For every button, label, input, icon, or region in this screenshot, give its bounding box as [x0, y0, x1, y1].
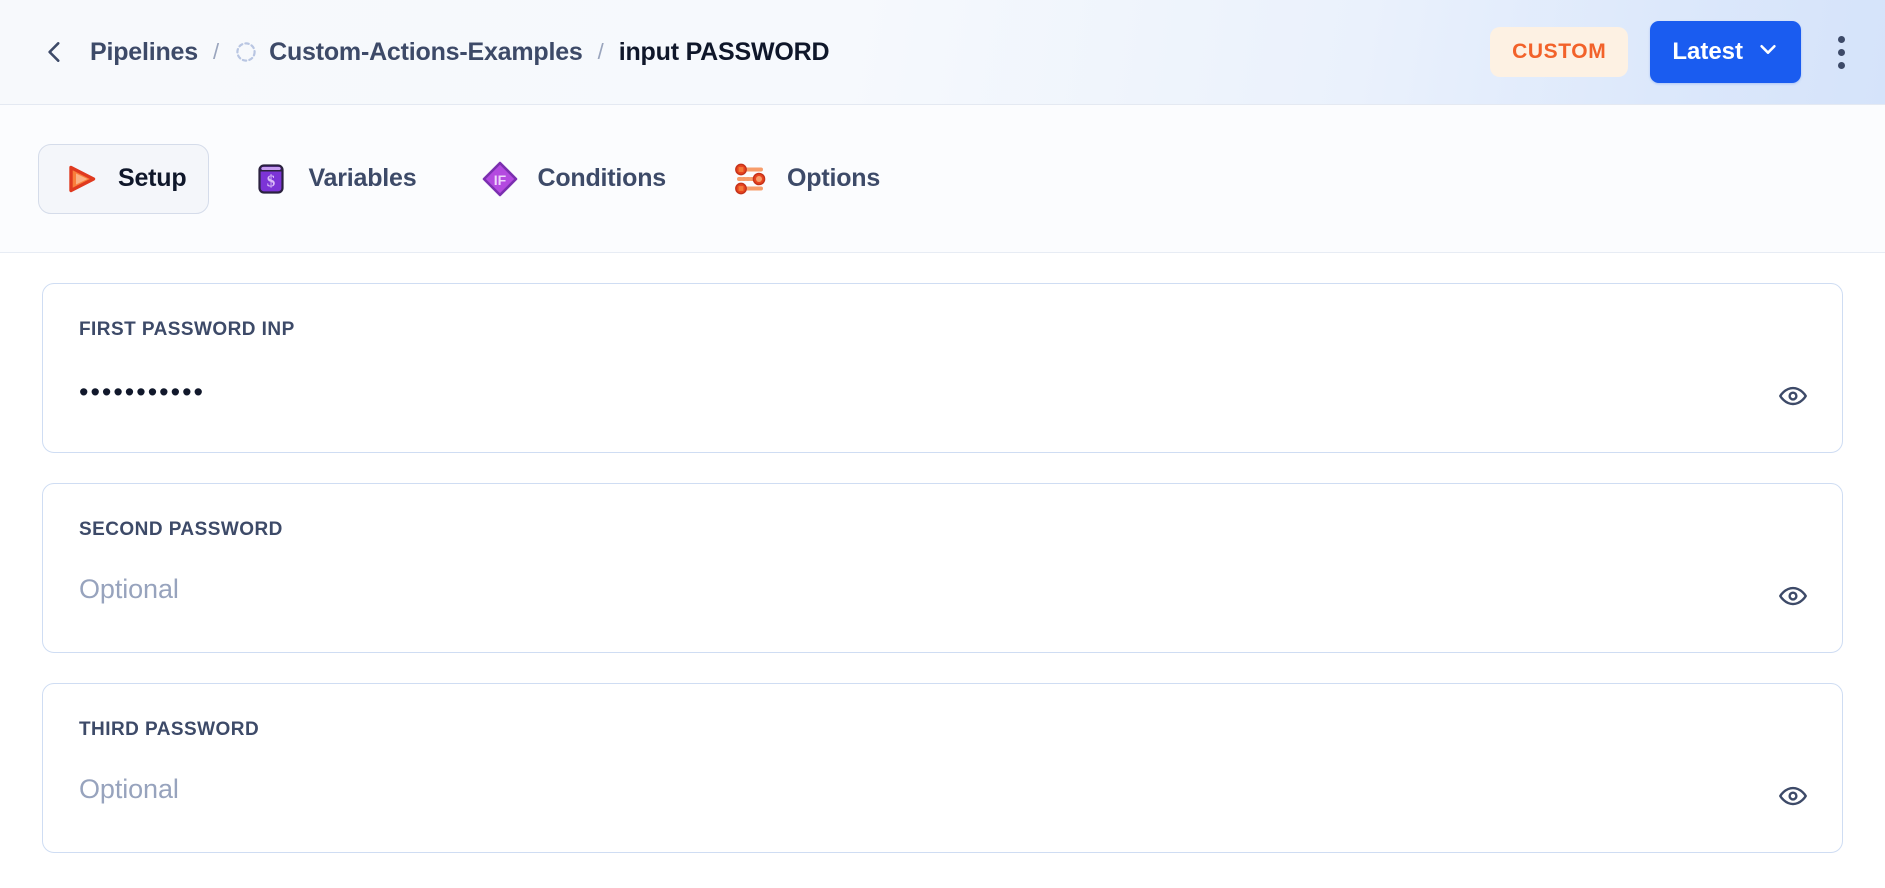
tab-variables-label: Variables [308, 164, 417, 192]
breadcrumb-separator-2: / [597, 39, 604, 64]
breadcrumb: Pipelines / Custom-Actions-Examples / in… [90, 37, 830, 67]
tab-variables[interactable]: $ Variables [229, 144, 438, 214]
eye-icon [1778, 581, 1808, 611]
back-button[interactable] [38, 35, 72, 69]
chevron-down-icon [1757, 38, 1779, 67]
password-input[interactable]: Optional [79, 774, 1806, 805]
password-input[interactable]: ••••••••••• [79, 379, 1806, 406]
toggle-password-visibility-button[interactable] [1772, 575, 1814, 617]
breadcrumb-item-pipelines[interactable]: Pipelines [90, 38, 198, 67]
toggle-password-visibility-button[interactable] [1772, 775, 1814, 817]
field-third-password[interactable]: THIRD PASSWORD Optional [42, 683, 1843, 853]
sliders-icon [730, 159, 770, 199]
status-badge-custom: CUSTOM [1490, 27, 1629, 77]
eye-icon [1778, 381, 1808, 411]
kebab-dot-1 [1837, 35, 1845, 43]
tab-conditions-label: Conditions [537, 164, 666, 192]
field-label: FIRST PASSWORD INP [79, 319, 295, 340]
if-diamond-icon: IF [480, 159, 520, 199]
chevron-left-icon [42, 39, 68, 65]
setup-form: FIRST PASSWORD INP ••••••••••• SECOND PA… [0, 253, 1885, 853]
field-label: SECOND PASSWORD [79, 519, 283, 540]
page-title: input PASSWORD [618, 37, 830, 66]
tab-bar: Setup $ Variables IF Conditions Options [0, 105, 1885, 253]
field-label: THIRD PASSWORD [79, 719, 260, 740]
play-triangle-icon [61, 159, 101, 199]
svg-text:IF: IF [494, 172, 507, 188]
kebab-dot-2 [1837, 48, 1845, 56]
tab-setup-label: Setup [118, 164, 187, 192]
header-actions: CUSTOM Latest [1490, 21, 1885, 83]
tab-conditions[interactable]: IF Conditions [458, 144, 688, 214]
kebab-menu-icon[interactable] [1823, 30, 1859, 74]
version-dropdown-label: Latest [1672, 38, 1743, 65]
tab-options[interactable]: Options [708, 144, 902, 214]
svg-text:$: $ [267, 171, 276, 190]
breadcrumb-separator: / [212, 39, 220, 64]
app-header: Pipelines / Custom-Actions-Examples / in… [0, 0, 1885, 105]
tab-setup[interactable]: Setup [38, 143, 210, 214]
dashed-circle-icon [234, 40, 258, 64]
field-first-password[interactable]: FIRST PASSWORD INP ••••••••••• [42, 283, 1843, 453]
tab-options-label: Options [787, 164, 881, 192]
dollar-variable-icon: $ [251, 159, 291, 199]
version-dropdown-button[interactable]: Latest [1650, 21, 1801, 83]
field-second-password[interactable]: SECOND PASSWORD Optional [42, 483, 1843, 653]
eye-icon [1778, 781, 1808, 811]
toggle-password-visibility-button[interactable] [1772, 375, 1814, 417]
breadcrumb-item-project[interactable]: Custom-Actions-Examples [269, 38, 583, 67]
password-input[interactable]: Optional [79, 574, 1806, 605]
kebab-dot-3 [1837, 61, 1845, 69]
